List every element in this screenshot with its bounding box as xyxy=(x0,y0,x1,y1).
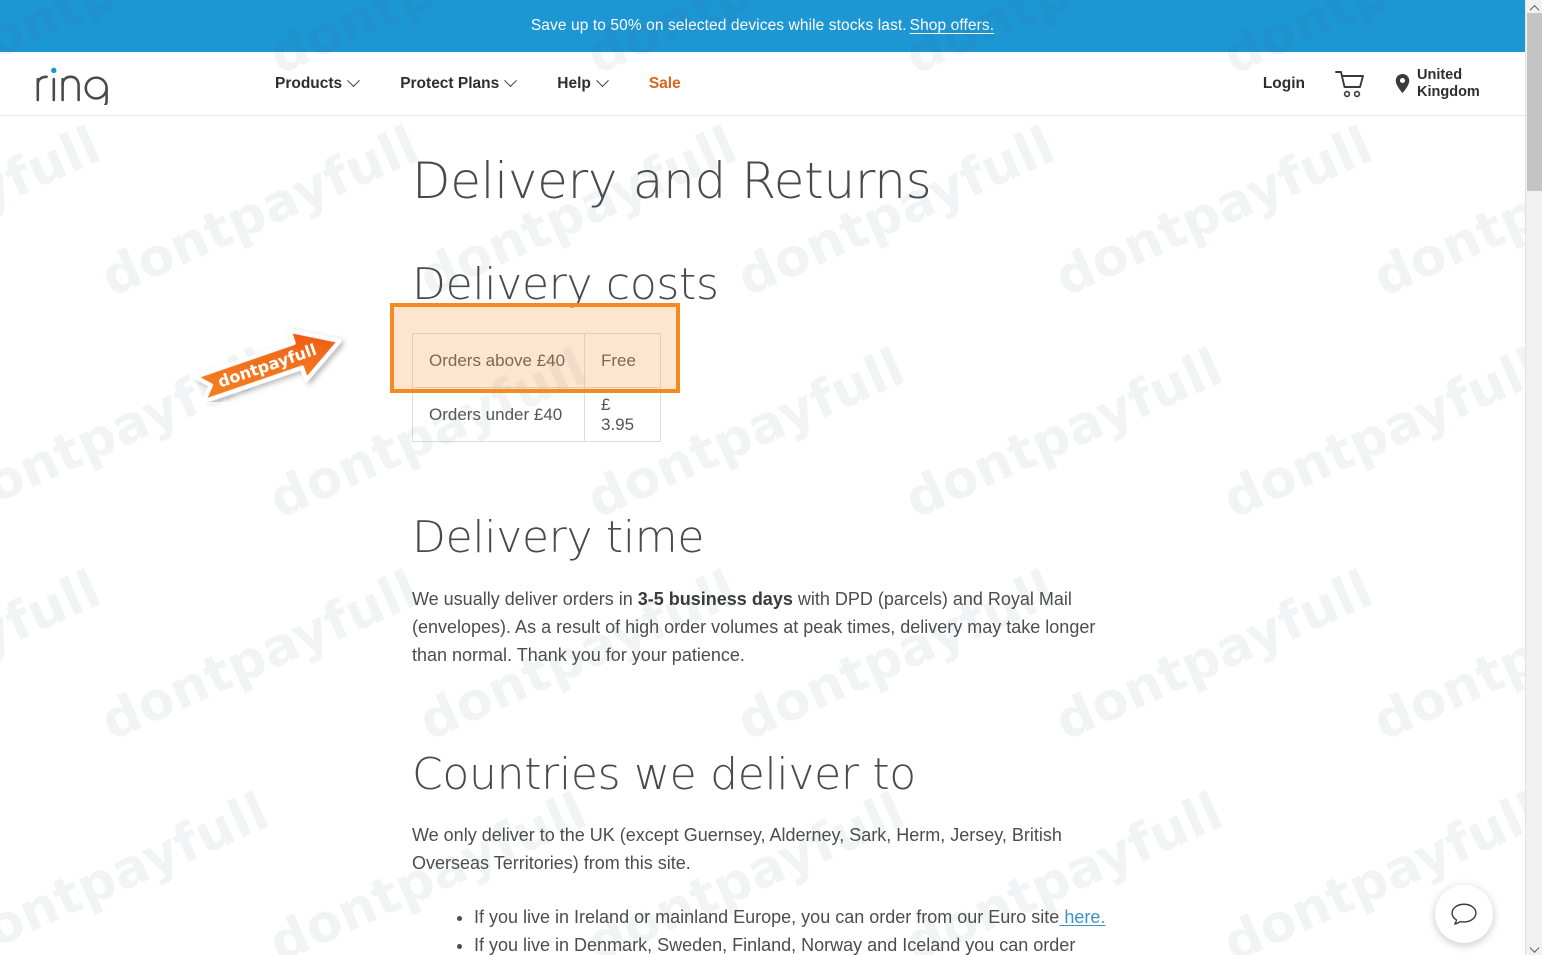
nav-item-products[interactable]: Products xyxy=(275,74,361,93)
delivery-time-heading: Delivery time xyxy=(412,512,705,564)
countries-bullet-list: If you live in Ireland or mainland Europ… xyxy=(412,903,1112,955)
scrollbar-thumb[interactable] xyxy=(1527,13,1542,191)
chat-bubble-icon xyxy=(1451,903,1477,925)
nav-item-help[interactable]: Help xyxy=(557,74,609,93)
nav-item-protect-plans[interactable]: Protect Plans xyxy=(400,74,518,93)
list-item-text: If you live in Ireland or mainland Europ… xyxy=(474,907,1060,928)
list-item: If you live in Ireland or mainland Europ… xyxy=(474,903,1112,931)
chevron-down-icon xyxy=(504,74,518,88)
list-item: If you live in Denmark, Sweden, Finland,… xyxy=(474,931,1112,955)
nav-item-sale-label: Sale xyxy=(648,74,681,92)
promo-banner-message: Save up to 50% on selected devices while… xyxy=(530,17,907,34)
shopping-cart-icon-svg xyxy=(1335,70,1364,97)
shop-offers-link[interactable]: Shop offers. xyxy=(910,17,995,34)
browser-viewport: Save up to 50% on selected devices while… xyxy=(0,0,1542,955)
nav-item-protect-plans-label: Protect Plans xyxy=(400,74,500,92)
table-row: Orders above £40 Free xyxy=(412,333,661,389)
nav-item-help-label: Help xyxy=(557,74,591,92)
table-cell-value: Free xyxy=(584,333,661,389)
delivery-costs-heading: Delivery costs xyxy=(412,259,719,310)
main-content: Delivery and Returns Delivery costs Orde… xyxy=(0,116,1525,955)
locale-label: United Kingdom xyxy=(1417,67,1495,101)
chat-widget-button[interactable] xyxy=(1435,885,1493,943)
login-button[interactable]: Login xyxy=(1263,75,1305,93)
table-cell-value: £ 3.95 xyxy=(584,387,661,443)
chevron-down-icon xyxy=(595,74,609,88)
web-page: Save up to 50% on selected devices while… xyxy=(0,0,1525,955)
delivery-time-text-1: We usually deliver orders in xyxy=(412,588,638,609)
locale-label-line2: Kingdom xyxy=(1417,83,1480,100)
vertical-scrollbar[interactable] xyxy=(1525,0,1542,955)
table-row: Orders under £40 £ 3.95 xyxy=(412,387,661,443)
nav-item-sale[interactable]: Sale xyxy=(649,75,681,93)
euro-site-link[interactable]: here. xyxy=(1059,907,1105,927)
shopping-cart-icon[interactable] xyxy=(1335,70,1365,98)
countries-intro: We only deliver to the UK (except Guerns… xyxy=(412,825,1062,874)
ring-logo-svg xyxy=(36,67,108,109)
ring-logo-dot xyxy=(51,67,57,73)
map-pin-icon xyxy=(1395,73,1410,94)
table-cell-label: Orders under £40 xyxy=(412,387,585,443)
main-navigation: Products Protect Plans Help Sale xyxy=(275,74,681,93)
promo-banner-text: Save up to 50% on selected devices while… xyxy=(531,17,994,35)
scrollbar-down-button[interactable] xyxy=(1526,938,1542,955)
locale-label-line1: United xyxy=(1417,66,1463,83)
ring-logo[interactable] xyxy=(33,63,113,109)
delivery-time-bold: 3-5 business days xyxy=(637,588,793,609)
table-cell-label: Orders above £40 xyxy=(412,333,585,389)
locale-selector[interactable]: United Kingdom xyxy=(1395,67,1495,101)
list-item-text: If you live in Denmark, Sweden, Finland,… xyxy=(474,935,1076,955)
header-actions: Login United Kingdom xyxy=(1263,67,1495,101)
page-title: Delivery and Returns xyxy=(412,152,932,210)
countries-heading: Countries we deliver to xyxy=(412,748,916,800)
site-header: Products Protect Plans Help Sale Login U… xyxy=(0,52,1525,116)
delivery-time-paragraph: We usually deliver orders in 3-5 busines… xyxy=(412,585,1102,669)
promo-banner: Save up to 50% on selected devices while… xyxy=(0,0,1525,52)
nav-item-products-label: Products xyxy=(275,74,343,92)
delivery-costs-table: Orders above £40 Free Orders under £40 £… xyxy=(412,333,661,443)
chevron-down-icon xyxy=(1529,942,1540,953)
chevron-down-icon xyxy=(347,74,361,88)
